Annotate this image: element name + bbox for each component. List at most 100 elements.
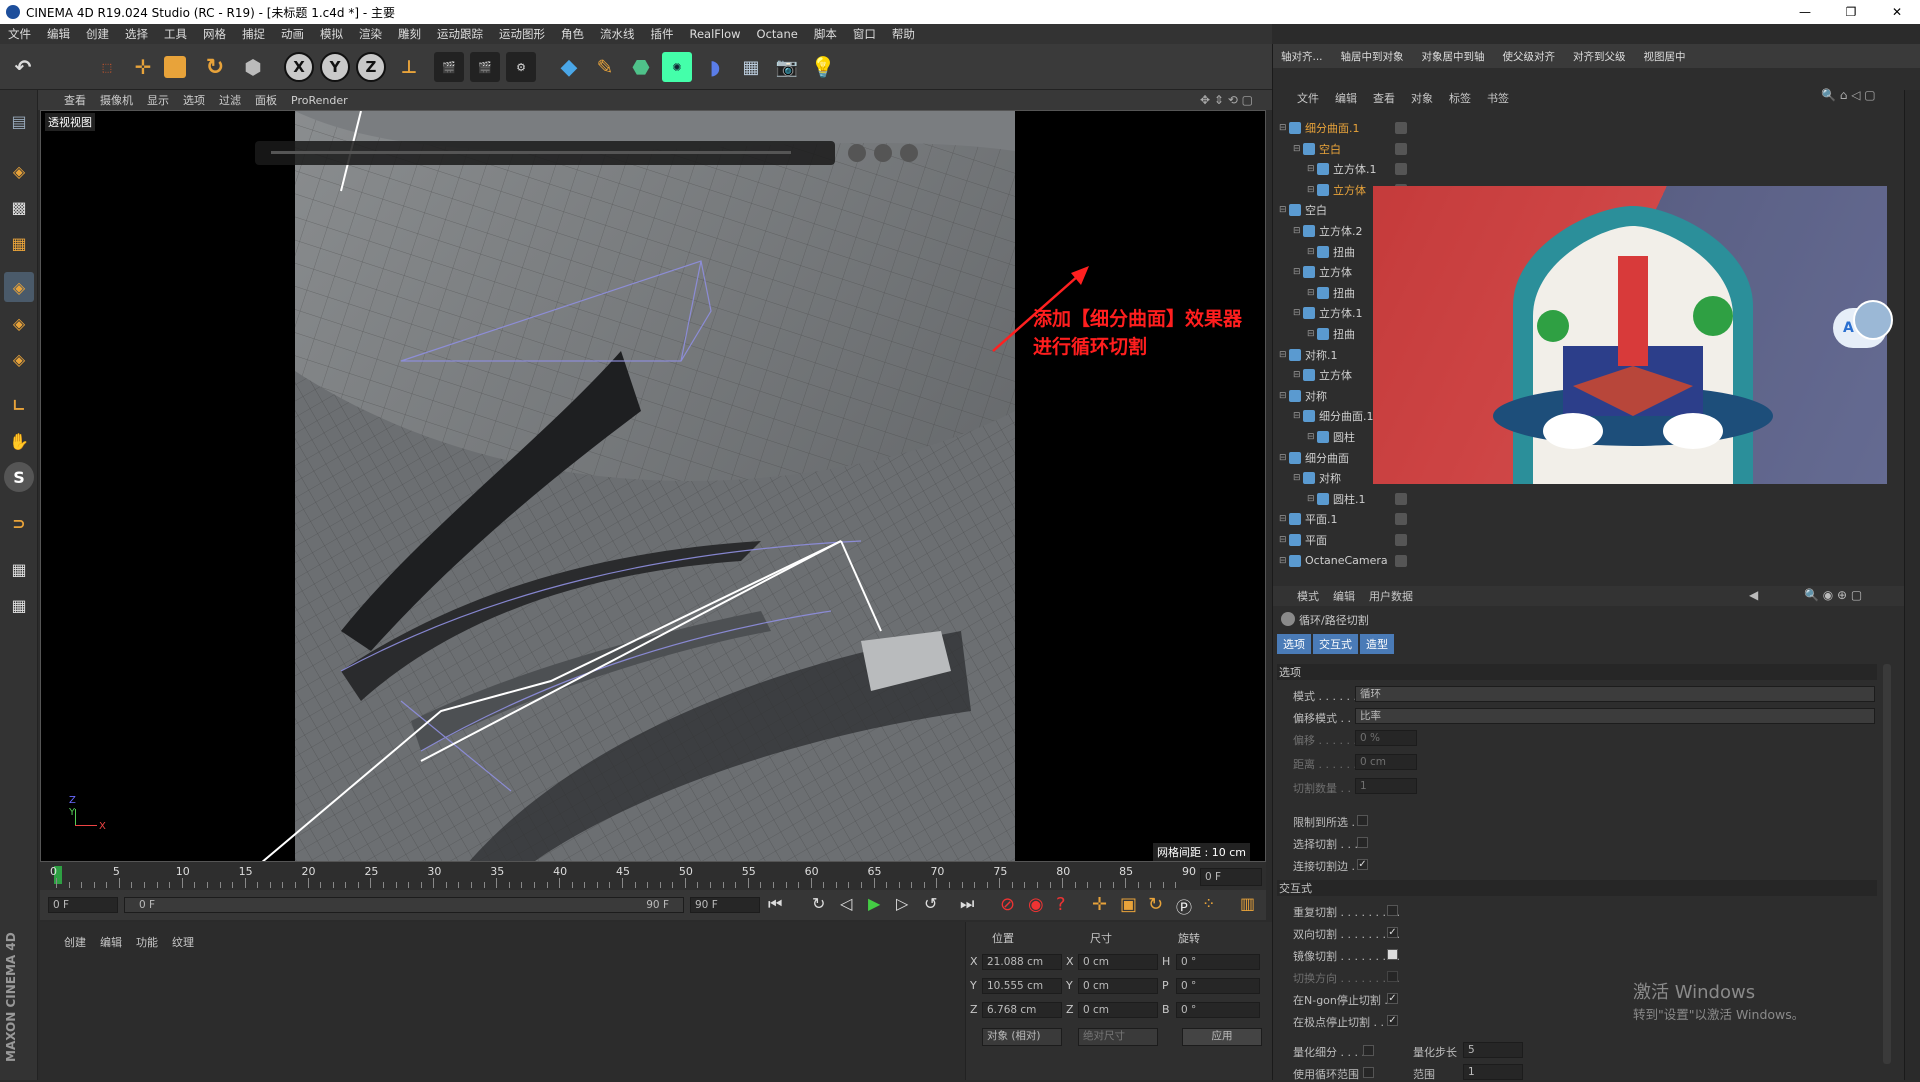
select-cut-checkbox[interactable] — [1357, 837, 1368, 848]
expand-toggle-icon[interactable]: ⊟ — [1307, 164, 1317, 174]
key-position-icon[interactable]: ✛ — [1092, 894, 1107, 915]
expand-toggle-icon[interactable]: ⊟ — [1307, 329, 1317, 339]
object-name[interactable]: 空白 — [1319, 141, 1341, 157]
axis-mode-icon[interactable]: ∟ — [4, 390, 34, 420]
object-row[interactable]: ⊟ 立方体.1 — [1273, 303, 1363, 323]
object-row[interactable]: ⊟ 立方体 — [1273, 365, 1352, 385]
menu-item[interactable]: 创建 — [78, 26, 117, 42]
menu-item[interactable]: 流水线 — [592, 26, 643, 42]
key-pla-icon[interactable]: ⁘ — [1202, 894, 1215, 913]
expand-toggle-icon[interactable]: ⊟ — [1293, 473, 1303, 483]
expand-toggle-icon[interactable]: ⊟ — [1307, 432, 1317, 442]
mode-select[interactable]: 循环 — [1355, 686, 1875, 702]
pen-spline-icon[interactable]: ✎ — [590, 52, 620, 82]
position-field[interactable]: 10.555 cm — [982, 978, 1062, 994]
object-name[interactable]: 圆柱 — [1333, 429, 1355, 445]
menu-item[interactable]: 选择 — [117, 26, 156, 42]
object-name[interactable]: 立方体.1 — [1333, 161, 1377, 177]
expand-toggle-icon[interactable]: ⊟ — [1293, 267, 1303, 277]
mirror-cut-checkbox[interactable] — [1387, 949, 1398, 960]
step-back-icon[interactable]: ◁ — [840, 894, 852, 913]
deformer-icon[interactable]: ◗ — [700, 52, 730, 82]
object-menu-item[interactable]: 文件 — [1297, 90, 1319, 106]
polygons-mode-icon[interactable]: ◈ — [4, 344, 34, 374]
rotation-field[interactable]: 0 ° — [1176, 978, 1260, 994]
visibility-toggle-icon[interactable] — [1395, 163, 1407, 176]
keyframe-selection-icon[interactable]: ? — [1056, 894, 1066, 915]
object-row[interactable]: ⊟ 细分曲面.1 — [1273, 118, 1360, 138]
object-name[interactable]: 对称 — [1319, 470, 1341, 486]
current-frame-field[interactable]: 0 F — [1200, 868, 1262, 886]
menu-item[interactable]: 帮助 — [884, 26, 923, 42]
y-axis-lock-button[interactable]: Y — [320, 52, 350, 82]
object-menu-item[interactable]: 标签 — [1449, 90, 1471, 106]
object-name[interactable]: 立方体 — [1319, 264, 1352, 280]
tweak-mode-icon[interactable]: ✋ — [4, 426, 34, 456]
repeat-cut-checkbox[interactable] — [1387, 905, 1398, 916]
quantize-checkbox[interactable] — [1363, 1045, 1374, 1056]
make-editable-icon[interactable]: ▤ — [4, 106, 34, 136]
position-field[interactable]: 21.088 cm — [982, 954, 1062, 970]
object-row[interactable]: ⊟ 圆柱 — [1273, 427, 1355, 447]
align-button[interactable]: 轴对齐... — [1281, 49, 1323, 64]
object-name[interactable]: 平面.1 — [1305, 511, 1338, 527]
scale-icon[interactable] — [164, 56, 186, 78]
object-row[interactable]: ⊟ 平面 — [1273, 530, 1327, 550]
object-row[interactable]: ⊟ 对称.1 — [1273, 345, 1338, 365]
cuts-field[interactable]: 1 — [1355, 778, 1417, 794]
tool-tab[interactable]: 造型 — [1360, 634, 1394, 654]
visibility-toggle-icon[interactable] — [1395, 122, 1407, 134]
menu-item[interactable]: 角色 — [553, 26, 592, 42]
expand-toggle-icon[interactable]: ⊟ — [1279, 535, 1289, 545]
key-rotation-icon[interactable]: ↻ — [1148, 894, 1163, 915]
object-manager-nav-icons[interactable]: 🔍 ⌂ ◁ ▢ — [1821, 88, 1876, 102]
viewport-menu-item[interactable]: ProRender — [291, 94, 348, 107]
menu-item[interactable]: 窗口 — [845, 26, 884, 42]
step-forward-icon[interactable]: ▷ — [896, 894, 908, 913]
pole-stop-checkbox[interactable]: ✓ — [1387, 1015, 1398, 1026]
expand-toggle-icon[interactable]: ⊟ — [1293, 411, 1303, 421]
object-row[interactable]: ⊟ 细分曲面.1 — [1273, 406, 1374, 426]
play-icon[interactable]: ▶ — [868, 894, 880, 913]
object-menu-item[interactable]: 查看 — [1373, 90, 1395, 106]
viewport-nav-icons[interactable]: ✥ ⇕ ⟲ ▢ — [1200, 93, 1253, 107]
object-name[interactable]: 立方体.1 — [1319, 305, 1363, 321]
object-row[interactable]: ⊟ 空白 — [1273, 139, 1341, 159]
expand-toggle-icon[interactable]: ⊟ — [1293, 308, 1303, 318]
expand-toggle-icon[interactable]: ⊟ — [1279, 205, 1289, 215]
object-row[interactable]: ⊟ 空白 — [1273, 200, 1327, 220]
size-field[interactable]: 0 cm — [1078, 1002, 1158, 1018]
material-menu-item[interactable]: 编辑 — [100, 934, 122, 950]
restore-icon[interactable]: ❐ — [1828, 0, 1874, 24]
subdivision-generator-icon[interactable]: ⬣ — [626, 52, 656, 82]
object-row[interactable]: ⊟ 平面.1 — [1273, 509, 1338, 529]
object-name[interactable]: 空白 — [1305, 202, 1327, 218]
expand-toggle-icon[interactable]: ⊟ — [1307, 288, 1317, 298]
menu-item[interactable]: 捕捉 — [234, 26, 273, 42]
floor-icon[interactable]: ▦ — [736, 52, 766, 82]
menu-item[interactable]: Octane — [749, 27, 806, 41]
offset-field[interactable]: 0 % — [1355, 730, 1417, 746]
object-row[interactable]: ⊟ 圆柱.1 — [1273, 489, 1366, 509]
size-field[interactable]: 0 cm — [1078, 978, 1158, 994]
expand-toggle-icon[interactable]: ⊟ — [1293, 370, 1303, 380]
live-select-icon[interactable]: ⬚ — [92, 52, 122, 82]
object-row[interactable]: ⊟ OctaneCamera — [1273, 551, 1388, 571]
align-button[interactable]: 视图居中 — [1644, 49, 1686, 64]
attr-scrollbar[interactable] — [1883, 664, 1891, 1064]
key-scale-icon[interactable]: ▣ — [1120, 894, 1137, 915]
menu-item[interactable]: 编辑 — [39, 26, 78, 42]
align-button[interactable]: 使父级对齐 — [1503, 49, 1556, 64]
move-icon[interactable]: ✛ — [128, 52, 158, 82]
quantize-step-field[interactable]: 5 — [1463, 1042, 1523, 1058]
minimize-icon[interactable]: — — [1782, 0, 1828, 24]
expand-toggle-icon[interactable]: ⊟ — [1307, 185, 1317, 195]
object-name[interactable]: 立方体.2 — [1319, 223, 1363, 239]
frame-range-slider[interactable]: 0 F 90 F — [124, 897, 684, 913]
expand-toggle-icon[interactable]: ⊟ — [1279, 391, 1289, 401]
object-row[interactable]: ⊟ 扭曲 — [1273, 242, 1355, 262]
object-row[interactable]: ⊟ 立方体.1 — [1273, 159, 1377, 179]
object-row[interactable]: ⊟ 细分曲面 — [1273, 448, 1349, 468]
z-axis-lock-button[interactable]: Z — [356, 52, 386, 82]
connect-edges-checkbox[interactable]: ✓ — [1357, 859, 1368, 870]
